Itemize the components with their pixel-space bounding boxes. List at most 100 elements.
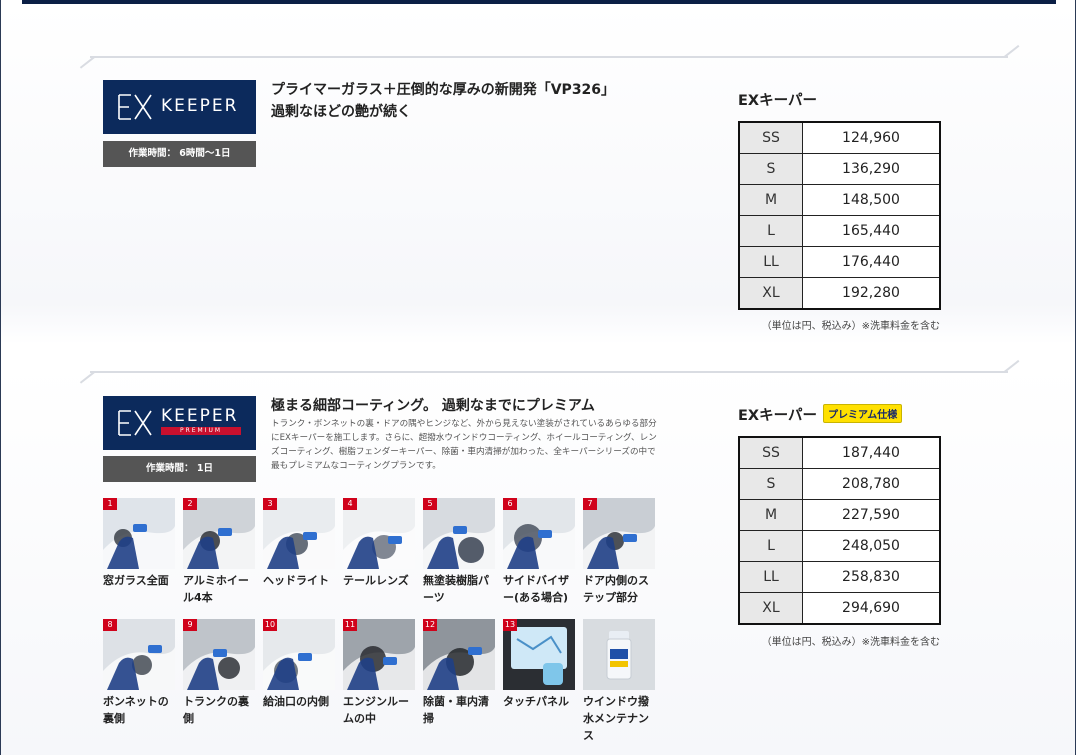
ex-keeper-logo: KEEPER bbox=[103, 80, 256, 134]
coverage-item: 2 アルミホイール4本 bbox=[183, 498, 255, 606]
logo-brand-text: KEEPER bbox=[161, 96, 239, 116]
price-row: SS 124,960 bbox=[738, 121, 941, 154]
item-number-badge: 1 bbox=[103, 498, 117, 510]
coverage-item: 9 トランクの裏側 bbox=[183, 619, 255, 727]
price-value: 258,830 bbox=[802, 561, 941, 593]
logo-brand-text: KEEPER bbox=[161, 406, 239, 426]
price-row: S 208,780 bbox=[738, 468, 941, 500]
coverage-photo: 4 bbox=[343, 498, 415, 569]
price-value: 294,690 bbox=[802, 592, 941, 625]
ex-logo-icon bbox=[118, 410, 152, 436]
price-size: LL bbox=[738, 561, 803, 593]
coverage-item: 12 除菌・車内清掃 bbox=[423, 619, 495, 727]
coverage-item: 7 ドア内側のステップ部分 bbox=[583, 498, 655, 606]
item-number-badge: 13 bbox=[503, 619, 517, 631]
frame-border-left bbox=[0, 0, 1, 755]
item-number-badge: 9 bbox=[183, 619, 197, 631]
coverage-caption: ボンネットの裏側 bbox=[103, 695, 169, 725]
price-size: LL bbox=[738, 246, 803, 278]
coverage-caption: アルミホイール4本 bbox=[183, 574, 249, 604]
headline-line-1: プライマーガラス＋圧倒的な厚みの新開発「VP326」 bbox=[271, 82, 616, 98]
coverage-caption: ドア内側のステップ部分 bbox=[583, 574, 649, 604]
price-note: （単位は円、税込み）※洗車料金を含む bbox=[761, 637, 940, 648]
coverage-item: 1 窓ガラス全面 bbox=[103, 498, 175, 589]
coverage-photo: 3 bbox=[263, 498, 335, 569]
price-title-text: EXキーパー bbox=[738, 408, 817, 424]
item-number-badge: 11 bbox=[343, 619, 357, 631]
coverage-caption: 除菌・車内清掃 bbox=[423, 695, 489, 725]
coverage-caption: トランクの裏側 bbox=[183, 695, 249, 725]
price-size: L bbox=[738, 530, 803, 562]
headline-line-2: 過剰なほどの艶が続く bbox=[271, 104, 411, 120]
item-number-badge: 12 bbox=[423, 619, 437, 631]
price-value: 176,440 bbox=[802, 246, 941, 278]
price-value: 187,440 bbox=[802, 436, 941, 469]
price-row: LL 258,830 bbox=[738, 561, 941, 593]
coverage-caption: サイドバイザー(ある場合) bbox=[503, 574, 569, 604]
price-value: 192,280 bbox=[802, 277, 941, 310]
price-value: 136,290 bbox=[802, 153, 941, 185]
coverage-photo: 9 bbox=[183, 619, 255, 690]
price-title-premium: EXキーパー プレミアム仕様 bbox=[738, 404, 903, 425]
coverage-photo: 6 bbox=[503, 498, 575, 569]
price-size: M bbox=[738, 184, 803, 216]
section2-headline: 極まる細部コーティング。 過剰なまでにプレミアム bbox=[271, 398, 595, 414]
price-row: M 148,500 bbox=[738, 184, 941, 216]
coverage-caption: 窓ガラス全面 bbox=[103, 574, 169, 587]
coverage-item: 5 無塗装樹脂パーツ bbox=[423, 498, 495, 606]
price-table: SS 187,440 S 208,780 M 227,590 L 248,050 LL 258,8… bbox=[738, 436, 941, 625]
coverage-photo: 10 bbox=[263, 619, 335, 690]
price-value: 227,590 bbox=[802, 499, 941, 531]
top-navy-bar bbox=[22, 0, 1056, 4]
ex-keeper-premium-logo: KEEPER PREMIUM bbox=[103, 396, 256, 450]
price-size: L bbox=[738, 215, 803, 247]
coverage-item: 13 タッチパネル bbox=[503, 619, 575, 710]
price-table: SS 124,960 S 136,290 M 148,500 L 165,440 LL 176,4… bbox=[738, 121, 941, 310]
item-number-badge: 2 bbox=[183, 498, 197, 510]
price-row: XL 192,280 bbox=[738, 277, 941, 310]
coverage-caption: 無塗装樹脂パーツ bbox=[423, 574, 489, 604]
price-row: M 227,590 bbox=[738, 499, 941, 531]
logo-premium-strip: PREMIUM bbox=[161, 427, 241, 435]
price-size: SS bbox=[738, 121, 803, 154]
coverage-item: 6 サイドバイザー(ある場合) bbox=[503, 498, 575, 606]
coverage-photo: 8 bbox=[103, 619, 175, 690]
coverage-photo: 1 bbox=[103, 498, 175, 569]
worktime-label: 作業時間： 1日 bbox=[103, 456, 256, 482]
item-number-badge: 5 bbox=[423, 498, 437, 510]
price-note: （単位は円、税込み）※洗車料金を含む bbox=[761, 321, 940, 332]
section-separator bbox=[76, 44, 1022, 70]
premium-badge: プレミアム仕様 bbox=[822, 404, 903, 423]
coverage-caption: ヘッドライト bbox=[263, 574, 329, 587]
price-row: L 248,050 bbox=[738, 530, 941, 562]
price-value: 148,500 bbox=[802, 184, 941, 216]
worktime-label: 作業時間： 6時間〜1日 bbox=[103, 141, 256, 167]
coverage-item: 10 給油口の内側 bbox=[263, 619, 335, 710]
coverage-item: ウインドウ撥水メンテナンス bbox=[583, 619, 655, 744]
price-title: EXキーパー bbox=[738, 93, 817, 109]
price-value: 208,780 bbox=[802, 468, 941, 500]
item-number-badge: 4 bbox=[343, 498, 357, 510]
coverage-caption: タッチパネル bbox=[503, 695, 569, 708]
price-value: 165,440 bbox=[802, 215, 941, 247]
price-size: SS bbox=[738, 436, 803, 469]
coverage-item: 11 エンジンルームの中 bbox=[343, 619, 415, 727]
coverage-caption: 給油口の内側 bbox=[263, 695, 329, 708]
coverage-caption: ウインドウ撥水メンテナンス bbox=[583, 695, 649, 742]
price-size: M bbox=[738, 499, 803, 531]
section1-headline: プライマーガラス＋圧倒的な厚みの新開発「VP326」 過剰なほどの艶が続く bbox=[271, 79, 615, 123]
price-size: S bbox=[738, 468, 803, 500]
price-row: L 165,440 bbox=[738, 215, 941, 247]
coverage-photo bbox=[583, 619, 655, 690]
coverage-photo: 5 bbox=[423, 498, 495, 569]
price-size: XL bbox=[738, 277, 803, 310]
coverage-photo: 13 bbox=[503, 619, 575, 690]
price-size: XL bbox=[738, 592, 803, 625]
coverage-caption: エンジンルームの中 bbox=[343, 695, 409, 725]
price-value: 124,960 bbox=[802, 121, 941, 154]
item-number-badge: 3 bbox=[263, 498, 277, 510]
price-row: S 136,290 bbox=[738, 153, 941, 185]
coverage-item: 3 ヘッドライト bbox=[263, 498, 335, 589]
price-size: S bbox=[738, 153, 803, 185]
price-row: SS 187,440 bbox=[738, 436, 941, 469]
